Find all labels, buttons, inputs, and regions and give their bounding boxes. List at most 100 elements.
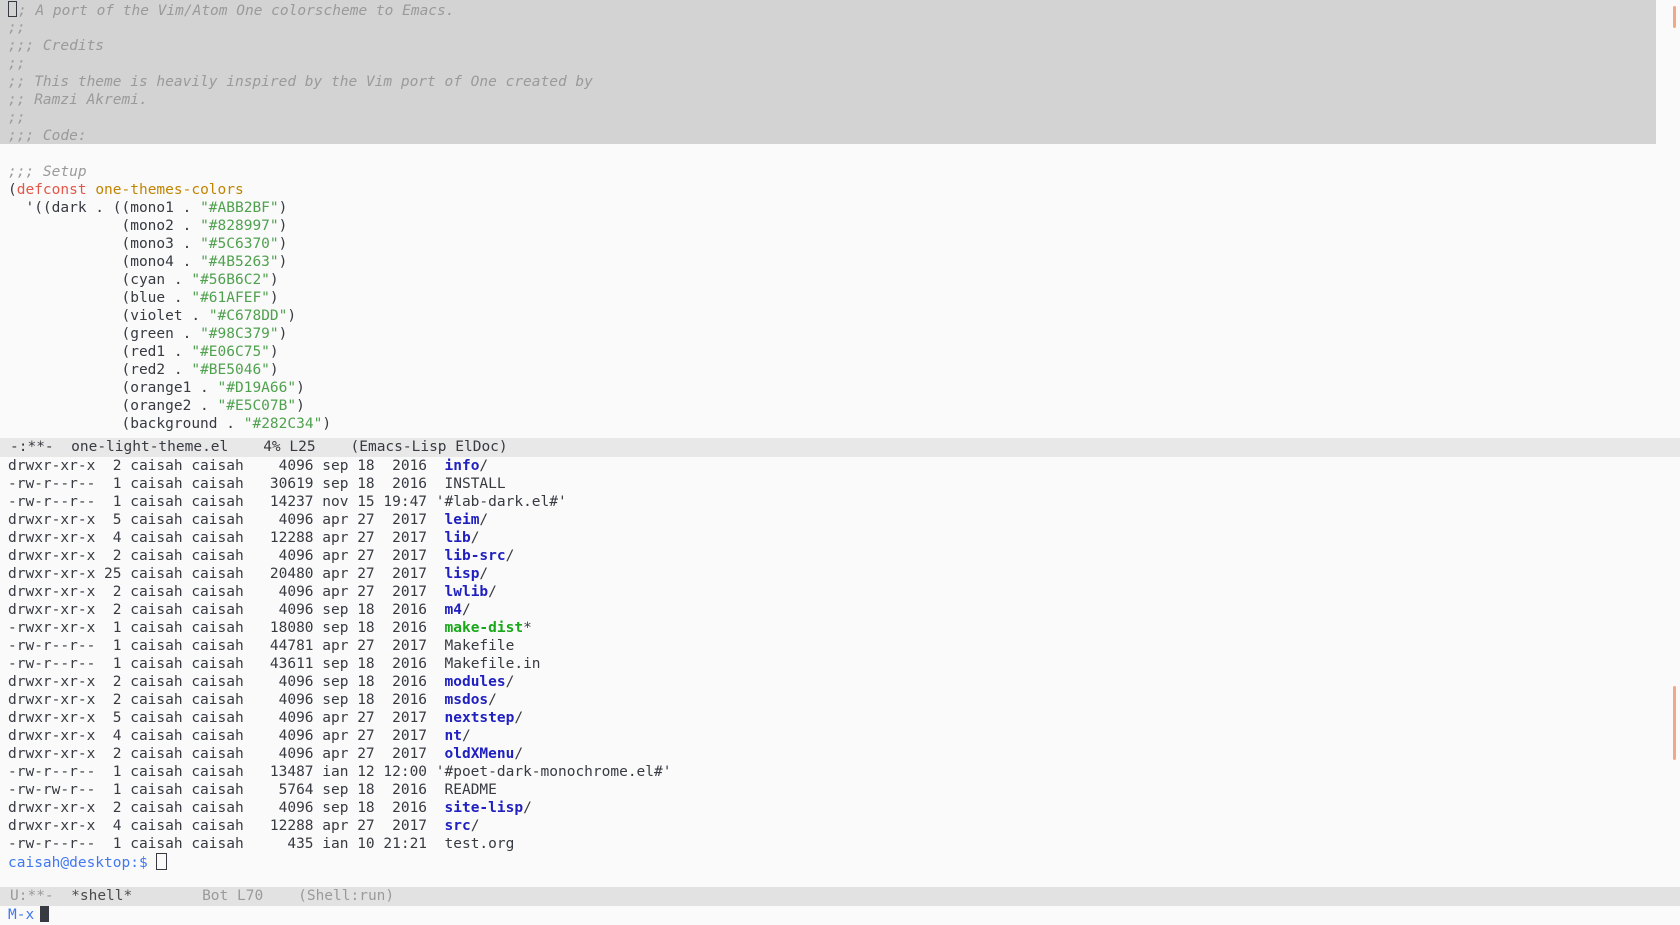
file-name[interactable]: '#poet-dark-monochrome.el#' [436, 764, 672, 780]
color-key: blue [130, 290, 166, 306]
code-line: (defconst one-themes-colors [8, 182, 244, 198]
code-line: ; A port of the Vim/Atom One colorscheme… [0, 1, 1656, 19]
file-name[interactable]: site-lisp [445, 800, 524, 816]
shell-row: drwxr-xr-x 4 caisah caisah 12288 apr 27 … [0, 529, 671, 547]
shell-row: -rwxr-xr-x 1 caisah caisah 18080 sep 18 … [0, 619, 671, 637]
shell-row: drwxr-xr-x 2 caisah caisah 4096 sep 18 2… [0, 691, 671, 709]
file-meta: drwxr-xr-x 2 caisah caisah 4096 sep 18 2… [8, 674, 445, 690]
file-name[interactable]: lwlib [445, 584, 489, 600]
shell-row: drwxr-xr-x 2 caisah caisah 4096 sep 18 2… [0, 673, 671, 691]
file-name[interactable]: Makefile [445, 638, 515, 654]
file-meta: -rw-rw-r-- 1 caisah caisah 5764 sep 18 2… [8, 782, 445, 798]
comment-text: ;;; Credits [8, 38, 105, 54]
file-name[interactable]: info [445, 458, 480, 474]
file-name[interactable]: lib [445, 530, 471, 546]
color-key: orange2 [130, 398, 192, 414]
code-line: (background . "#282C34") [8, 416, 332, 432]
modeline-state: -:**- [10, 439, 54, 455]
file-name[interactable]: nextstep [445, 710, 515, 726]
shell-row: drwxr-xr-x 2 caisah caisah 4096 sep 18 2… [0, 601, 671, 619]
shell-output: drwxr-xr-x 2 caisah caisah 4096 sep 18 2… [0, 457, 671, 871]
file-meta: drwxr-xr-x 2 caisah caisah 4096 apr 27 2… [8, 548, 445, 564]
modeline-state: U:**- [10, 888, 54, 904]
file-name[interactable]: lisp [445, 566, 480, 582]
file-name[interactable]: Makefile.in [445, 656, 541, 672]
color-value: "#98C379" [200, 326, 279, 342]
shell-row: drwxr-xr-x 2 caisah caisah 4096 sep 18 2… [0, 457, 671, 475]
file-meta: -rw-r--r-- 1 caisah caisah 43611 sep 18 … [8, 656, 445, 672]
file-suffix: / [523, 800, 532, 816]
file-suffix: / [514, 746, 524, 762]
color-value: "#5C6370" [200, 236, 279, 252]
file-name[interactable]: test.org [445, 836, 515, 852]
shell-row: drwxr-xr-x 2 caisah caisah 4096 apr 27 2… [0, 583, 671, 601]
color-key: mono1 [130, 200, 174, 216]
editor-window[interactable]: ; A port of the Vim/Atom One colorscheme… [0, 0, 1656, 437]
color-key: background [130, 416, 218, 432]
color-key: mono4 [130, 254, 174, 270]
color-value: "#56B6C2" [191, 272, 270, 288]
code-line: (orange1 . "#D19A66") [8, 380, 305, 396]
file-name[interactable]: lib-src [445, 548, 506, 564]
file-name[interactable]: '#lab-dark.el#' [436, 494, 567, 510]
editor-scroll-indicator[interactable] [1673, 6, 1676, 28]
file-meta: drwxr-xr-x 25 caisah caisah 20480 apr 27… [8, 566, 445, 582]
file-name[interactable]: make-dist [445, 620, 524, 636]
shell-row: -rw-r--r-- 1 caisah caisah 13487 ian 12 … [0, 763, 671, 781]
code-line: '((dark . ((mono1 . "#ABB2BF") [8, 200, 288, 216]
code-line: (blue . "#61AFEF") [8, 290, 279, 306]
file-name[interactable]: README [445, 782, 497, 798]
shell-row: drwxr-xr-x 2 caisah caisah 4096 sep 18 2… [0, 799, 671, 817]
file-meta: drwxr-xr-x 4 caisah caisah 4096 apr 27 2… [8, 728, 445, 744]
file-suffix: / [488, 692, 497, 708]
code-line: ;; [0, 19, 1656, 37]
comment-text: ;; Ramzi Akremi. [8, 92, 148, 108]
file-name[interactable]: modules [445, 674, 506, 690]
code-line: ;;; Code: [0, 127, 1656, 145]
file-name[interactable]: nt [445, 728, 462, 744]
file-name[interactable]: leim [445, 512, 480, 528]
file-meta: drwxr-xr-x 5 caisah caisah 4096 apr 27 2… [8, 512, 445, 528]
color-key: cyan [130, 272, 166, 288]
file-meta: drwxr-xr-x 2 caisah caisah 4096 apr 27 2… [8, 584, 445, 600]
file-name[interactable]: oldXMenu [445, 746, 515, 762]
code-buffer[interactable]: ; A port of the Vim/Atom One colorscheme… [0, 1, 1656, 433]
comment-text: ;;; Code: [8, 128, 87, 144]
minibuffer[interactable]: M-x [0, 906, 1680, 925]
shell-scroll-indicator[interactable] [1673, 686, 1676, 760]
shell-cursor [156, 853, 168, 870]
code-line: (mono2 . "#828997") [8, 218, 288, 234]
code-line: (cyan . "#56B6C2") [8, 272, 279, 288]
color-value: "#C678DD" [208, 308, 288, 324]
file-suffix: / [461, 602, 471, 618]
comment-text: ;; [8, 56, 26, 72]
shell-window[interactable]: drwxr-xr-x 2 caisah caisah 4096 sep 18 2… [0, 457, 1656, 887]
file-meta: drwxr-xr-x 4 caisah caisah 12288 apr 27 … [8, 530, 445, 546]
color-value: "#ABB2BF" [200, 200, 279, 216]
shell-row: drwxr-xr-x 4 caisah caisah 12288 apr 27 … [0, 817, 671, 835]
file-name[interactable]: m4 [445, 602, 462, 618]
color-value: "#E5C07B" [217, 398, 297, 414]
shell-row: drwxr-xr-x 4 caisah caisah 4096 apr 27 2… [0, 727, 671, 745]
modeline-buffer-name[interactable]: *shell* [71, 888, 132, 904]
color-key: mono3 [130, 236, 174, 252]
file-suffix: / [505, 674, 515, 690]
file-suffix: / [488, 584, 497, 600]
color-key: mono2 [130, 218, 174, 234]
shell-prompt-line[interactable]: caisah@desktop:$ [0, 853, 671, 871]
modeline-buffer-name[interactable]: one-light-theme.el [71, 439, 228, 455]
color-key: red1 [130, 344, 166, 360]
modeline-modes[interactable]: (Shell:run) [298, 888, 394, 904]
modeline-modes[interactable]: (Emacs-Lisp ElDoc) [351, 439, 508, 455]
file-meta: drwxr-xr-x 2 caisah caisah 4096 sep 18 2… [8, 458, 445, 474]
code-line: (red2 . "#BE5046") [8, 362, 279, 378]
file-name[interactable]: msdos [445, 692, 489, 708]
code-line: (mono3 . "#5C6370") [8, 236, 288, 252]
file-name[interactable]: INSTALL [445, 476, 506, 492]
file-meta: drwxr-xr-x 2 caisah caisah 4096 sep 18 2… [8, 602, 445, 618]
code-line: (green . "#98C379") [8, 326, 288, 342]
file-name[interactable]: src [445, 818, 471, 834]
minibuffer-prompt: M-x [8, 907, 35, 923]
file-meta: drwxr-xr-x 5 caisah caisah 4096 apr 27 2… [8, 710, 445, 726]
constant-name: one-themes-colors [95, 182, 244, 198]
